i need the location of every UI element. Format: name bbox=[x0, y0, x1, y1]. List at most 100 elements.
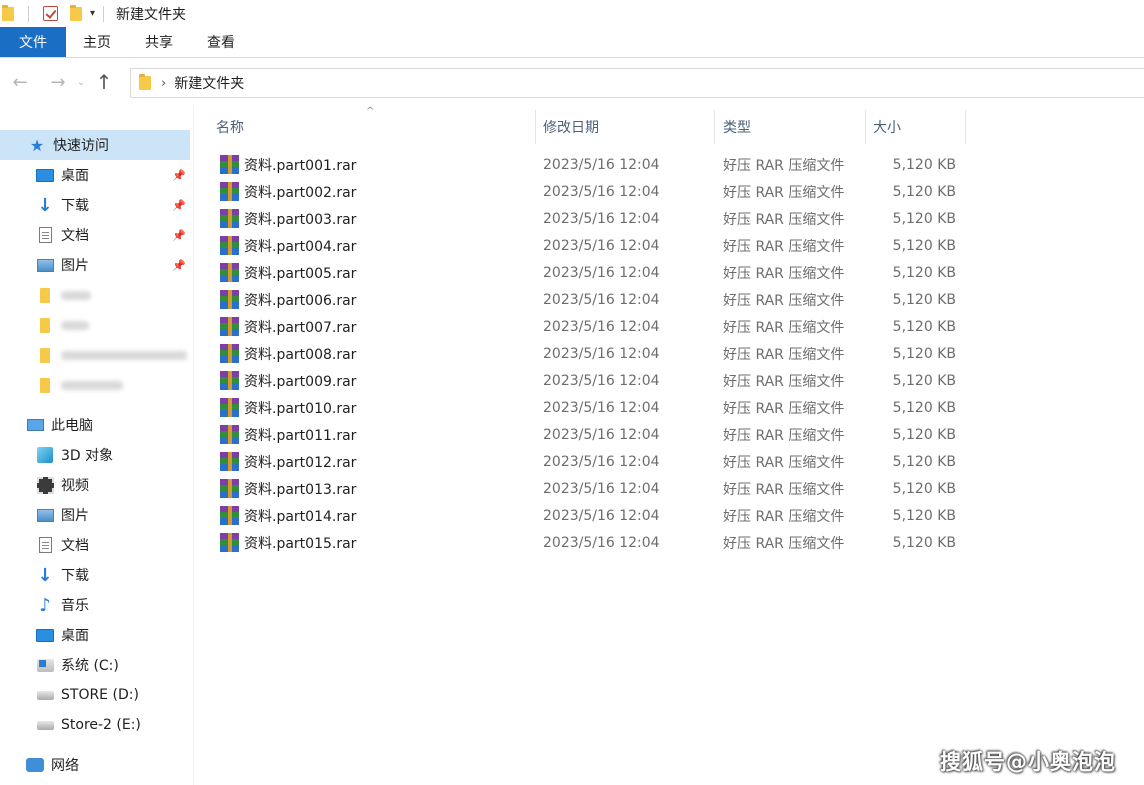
pin-icon[interactable]: 📌 bbox=[172, 168, 186, 182]
pin-icon[interactable]: 📌 bbox=[172, 228, 186, 242]
table-row[interactable]: 资料.part009.rar 2023/5/16 12:04 好压 RAR 压缩文件… bbox=[194, 367, 966, 394]
tab-share[interactable]: 共享 bbox=[128, 27, 190, 57]
sidebar-item-label: 桌面 bbox=[61, 628, 89, 644]
sidebar-item-label: Store-2 (E:) bbox=[61, 717, 141, 733]
star-icon: ★ bbox=[29, 135, 45, 155]
sidebar-item-label: 此电脑 bbox=[51, 418, 93, 434]
file-name: 资料.part015.rar bbox=[244, 535, 357, 552]
column-header-type[interactable]: 类型 bbox=[715, 110, 866, 144]
file-date: 2023/5/16 12:04 bbox=[543, 372, 660, 389]
sidebar-item-drive-e[interactable]: Store-2 (E:) bbox=[36, 710, 194, 740]
sidebar-item-folder[interactable] bbox=[36, 340, 188, 370]
sidebar-item-desktop-pc[interactable]: 桌面 bbox=[36, 620, 194, 650]
recent-locations-chevron-icon[interactable]: ⌄ bbox=[72, 68, 90, 96]
sidebar-item-label: 音乐 bbox=[61, 598, 89, 614]
sidebar-item-folder[interactable] bbox=[36, 370, 186, 400]
sidebar-item-this-pc[interactable]: 此电脑 bbox=[26, 410, 194, 440]
file-type: 好压 RAR 压缩文件 bbox=[723, 535, 845, 552]
properties-check-icon[interactable] bbox=[43, 6, 58, 21]
folder-icon bbox=[40, 347, 50, 363]
drive-icon bbox=[36, 720, 54, 730]
folder-icon bbox=[40, 317, 50, 333]
sidebar-item-label: 视频 bbox=[61, 478, 89, 494]
chevron-right-icon[interactable]: › bbox=[161, 76, 166, 91]
drive-icon bbox=[36, 690, 54, 700]
sidebar-item-downloads-pc[interactable]: ↓ 下载 bbox=[36, 560, 194, 590]
sidebar-item-label: 网络 bbox=[51, 758, 79, 774]
rar-archive-icon bbox=[220, 155, 239, 174]
tab-home[interactable]: 主页 bbox=[66, 27, 128, 57]
table-row[interactable]: 资料.part010.rar 2023/5/16 12:04 好压 RAR 压缩文件… bbox=[194, 394, 966, 421]
rar-archive-icon bbox=[220, 533, 239, 552]
breadcrumb[interactable]: 新建文件夹 bbox=[174, 73, 244, 93]
new-folder-icon[interactable] bbox=[70, 4, 82, 21]
sidebar-item-drive-d[interactable]: STORE (D:) bbox=[36, 680, 194, 710]
file-date: 2023/5/16 12:04 bbox=[543, 453, 660, 470]
table-row[interactable]: 资料.part008.rar 2023/5/16 12:04 好压 RAR 压缩文件… bbox=[194, 340, 966, 367]
tab-view[interactable]: 查看 bbox=[190, 27, 252, 57]
network-icon bbox=[26, 758, 44, 772]
address-bar[interactable]: › 新建文件夹 bbox=[130, 68, 1144, 98]
up-arrow-icon[interactable]: ↑ bbox=[90, 68, 118, 96]
quick-access-dropdown-icon[interactable]: ▾ bbox=[90, 8, 95, 19]
file-date: 2023/5/16 12:04 bbox=[543, 345, 660, 362]
file-type: 好压 RAR 压缩文件 bbox=[723, 508, 845, 525]
file-type: 好压 RAR 压缩文件 bbox=[723, 373, 845, 390]
system-drive-icon bbox=[36, 658, 54, 672]
sidebar-item-folder[interactable] bbox=[36, 310, 186, 340]
file-name: 资料.part004.rar bbox=[244, 238, 357, 255]
table-row[interactable]: 资料.part011.rar 2023/5/16 12:04 好压 RAR 压缩文件… bbox=[194, 421, 966, 448]
redacted-label bbox=[61, 290, 91, 300]
sidebar-item-network[interactable]: 网络 bbox=[26, 750, 194, 780]
table-row[interactable]: 资料.part006.rar 2023/5/16 12:04 好压 RAR 压缩文件… bbox=[194, 286, 966, 313]
file-date: 2023/5/16 12:04 bbox=[543, 156, 660, 173]
rar-archive-icon bbox=[220, 209, 239, 228]
table-row[interactable]: 资料.part003.rar 2023/5/16 12:04 好压 RAR 压缩文件… bbox=[194, 205, 966, 232]
table-row[interactable]: 资料.part013.rar 2023/5/16 12:04 好压 RAR 压缩文件… bbox=[194, 475, 966, 502]
back-icon[interactable]: ← bbox=[6, 68, 34, 96]
table-row[interactable]: 资料.part012.rar 2023/5/16 12:04 好压 RAR 压缩文件… bbox=[194, 448, 966, 475]
sidebar-item-pictures[interactable]: 图片 📌 bbox=[36, 250, 194, 280]
file-date: 2023/5/16 12:04 bbox=[543, 480, 660, 497]
tab-file[interactable]: 文件 bbox=[0, 27, 66, 57]
file-size: 5,120 KB bbox=[892, 237, 956, 254]
sidebar-item-documents-pc[interactable]: 文档 bbox=[36, 530, 194, 560]
column-header-size[interactable]: 大小 bbox=[865, 110, 966, 144]
sidebar-item-desktop[interactable]: 桌面 📌 bbox=[36, 160, 194, 190]
sidebar-item-drive-c[interactable]: 系统 (C:) bbox=[36, 650, 194, 680]
file-type: 好压 RAR 压缩文件 bbox=[723, 427, 845, 444]
column-header-date[interactable]: 修改日期 bbox=[535, 110, 715, 144]
navigation-pane: ★ 快速访问 桌面 📌 ↓ 下载 📌 文档 📌 图片 📌 此电脑 3D 对象 视… bbox=[0, 106, 194, 785]
column-header-name[interactable]: 名称 bbox=[208, 110, 536, 144]
sidebar-item-quick-access[interactable]: ★ 快速访问 bbox=[0, 130, 190, 160]
table-row[interactable]: 资料.part004.rar 2023/5/16 12:04 好压 RAR 压缩文件… bbox=[194, 232, 966, 259]
table-row[interactable]: 资料.part014.rar 2023/5/16 12:04 好压 RAR 压缩文件… bbox=[194, 502, 966, 529]
sidebar-item-music[interactable]: ♪ 音乐 bbox=[36, 590, 194, 620]
forward-icon[interactable]: → bbox=[44, 68, 72, 96]
sidebar-item-videos[interactable]: 视频 bbox=[36, 470, 194, 500]
divider bbox=[103, 5, 105, 22]
table-row[interactable]: 资料.part007.rar 2023/5/16 12:04 好压 RAR 压缩文件… bbox=[194, 313, 966, 340]
sidebar-item-downloads[interactable]: ↓ 下载 📌 bbox=[36, 190, 194, 220]
sidebar-item-label: 图片 bbox=[61, 508, 89, 524]
pin-icon[interactable]: 📌 bbox=[172, 258, 186, 272]
file-type: 好压 RAR 压缩文件 bbox=[723, 400, 845, 417]
sidebar-item-label: 下载 bbox=[61, 198, 89, 214]
table-row[interactable]: 资料.part001.rar 2023/5/16 12:04 好压 RAR 压缩文件… bbox=[194, 151, 966, 178]
rar-archive-icon bbox=[220, 398, 239, 417]
file-size: 5,120 KB bbox=[892, 210, 956, 227]
file-size: 5,120 KB bbox=[892, 264, 956, 281]
sidebar-item-folder[interactable] bbox=[36, 280, 186, 310]
rar-archive-icon bbox=[220, 452, 239, 471]
table-row[interactable]: 资料.part015.rar 2023/5/16 12:04 好压 RAR 压缩文件… bbox=[194, 529, 966, 556]
sidebar-item-3d-objects[interactable]: 3D 对象 bbox=[36, 440, 194, 470]
column-headers: 名称 修改日期 类型 大小 bbox=[194, 110, 966, 144]
table-row[interactable]: 资料.part002.rar 2023/5/16 12:04 好压 RAR 压缩文件… bbox=[194, 178, 966, 205]
sidebar-item-pictures-pc[interactable]: 图片 bbox=[36, 500, 194, 530]
table-row[interactable]: 资料.part005.rar 2023/5/16 12:04 好压 RAR 压缩文件… bbox=[194, 259, 966, 286]
sidebar-item-documents[interactable]: 文档 📌 bbox=[36, 220, 194, 250]
file-size: 5,120 KB bbox=[892, 480, 956, 497]
rar-archive-icon bbox=[220, 479, 239, 498]
file-name: 资料.part008.rar bbox=[244, 346, 357, 363]
pin-icon[interactable]: 📌 bbox=[172, 198, 186, 212]
